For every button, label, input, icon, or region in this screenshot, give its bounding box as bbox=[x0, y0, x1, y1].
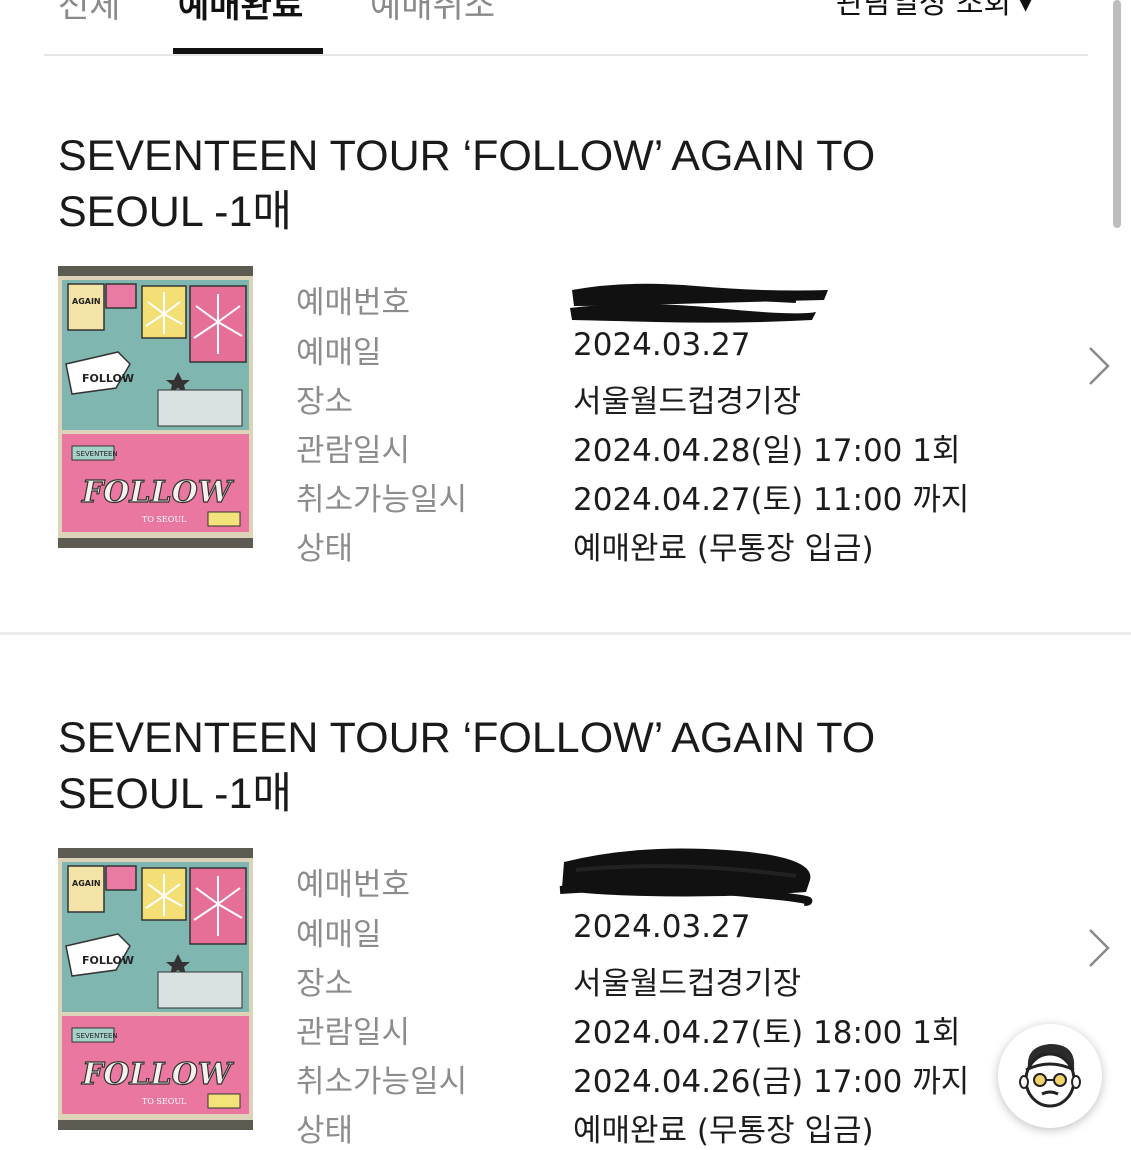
status-label: 상태 bbox=[296, 531, 354, 567]
chatbot-button[interactable] bbox=[998, 1024, 1102, 1128]
svg-text:TO SEOUL: TO SEOUL bbox=[142, 1097, 187, 1106]
redacted-booking-number bbox=[570, 283, 828, 323]
show-datetime-label: 관람일시 bbox=[296, 1015, 411, 1051]
tab-all[interactable]: 전체 bbox=[58, 0, 121, 27]
svg-text:FOLLOW: FOLLOW bbox=[81, 1057, 235, 1092]
booking-title: SEVENTEEN TOUR ‘FOLLOW’ AGAIN TO SEOUL -… bbox=[58, 132, 876, 236]
booking-number-label: 예매번호 bbox=[296, 867, 411, 903]
scrollbar[interactable] bbox=[1113, 0, 1121, 228]
tab-bar: 전체 예매완료 예매취소 관람일정 조회 ▼ bbox=[0, 0, 1131, 56]
caret-down-icon: ▼ bbox=[1017, 0, 1035, 15]
cancel-deadline-value: 2024.04.26(금) 17:00 까지 bbox=[573, 1064, 970, 1100]
cancel-deadline-label: 취소가능일시 bbox=[296, 482, 468, 518]
svg-text:FOLLOW: FOLLOW bbox=[82, 954, 134, 967]
date-filter-label: 관람일정 조회 bbox=[836, 0, 1012, 21]
svg-text:AGAIN: AGAIN bbox=[72, 879, 101, 888]
date-filter-dropdown[interactable]: 관람일정 조회 ▼ bbox=[836, 0, 1034, 22]
booking-title: SEVENTEEN TOUR ‘FOLLOW’ AGAIN TO SEOUL -… bbox=[58, 714, 876, 818]
booking-number-label: 예매번호 bbox=[296, 285, 411, 321]
tab-booking-cancelled[interactable]: 예매취소 bbox=[370, 0, 495, 27]
status-value: 예매완료 (무통장 입금) bbox=[573, 1113, 874, 1149]
svg-text:TO SEOUL: TO SEOUL bbox=[142, 515, 187, 524]
cancel-deadline-label: 취소가능일시 bbox=[296, 1064, 468, 1100]
status-value: 예매완료 (무통장 입금) bbox=[573, 531, 874, 567]
redacted-booking-number bbox=[559, 848, 813, 906]
booking-date-label: 예매일 bbox=[296, 335, 382, 371]
tab-booking-complete[interactable]: 예매완료 bbox=[178, 0, 303, 27]
booking-date-value: 2024.03.27 bbox=[573, 909, 751, 945]
show-datetime-label: 관람일시 bbox=[296, 433, 411, 469]
tab-divider bbox=[44, 54, 1088, 56]
svg-text:SEVENTEEN: SEVENTEEN bbox=[76, 1032, 118, 1040]
booking-date-label: 예매일 bbox=[296, 917, 382, 953]
cancel-deadline-value: 2024.04.27(토) 11:00 까지 bbox=[573, 482, 970, 518]
svg-text:AGAIN: AGAIN bbox=[72, 297, 101, 306]
booking-date-value: 2024.03.27 bbox=[573, 327, 751, 363]
chevron-right-icon[interactable] bbox=[1082, 344, 1112, 388]
show-datetime-value: 2024.04.28(일) 17:00 1회 bbox=[573, 433, 961, 469]
event-poster-image: FOLLOW AGAIN SEVENTEEN FOLLOW TO SEOUL bbox=[58, 266, 253, 548]
chatbot-face-icon bbox=[1019, 1044, 1081, 1108]
show-datetime-value: 2024.04.27(토) 18:00 1회 bbox=[573, 1015, 961, 1051]
event-poster-image: FOLLOW AGAIN SEVENTEEN FOLLOW TO SEOUL bbox=[58, 848, 253, 1130]
svg-text:FOLLOW: FOLLOW bbox=[82, 372, 134, 385]
venue-value: 서울월드컵경기장 bbox=[573, 966, 802, 1002]
card-divider bbox=[0, 632, 1131, 635]
svg-text:SEVENTEEN: SEVENTEEN bbox=[76, 450, 118, 458]
chevron-right-icon[interactable] bbox=[1082, 926, 1112, 970]
svg-text:FOLLOW: FOLLOW bbox=[81, 475, 235, 510]
venue-label: 장소 bbox=[296, 384, 354, 420]
status-label: 상태 bbox=[296, 1113, 354, 1149]
venue-value: 서울월드컵경기장 bbox=[573, 384, 802, 420]
venue-label: 장소 bbox=[296, 966, 354, 1002]
